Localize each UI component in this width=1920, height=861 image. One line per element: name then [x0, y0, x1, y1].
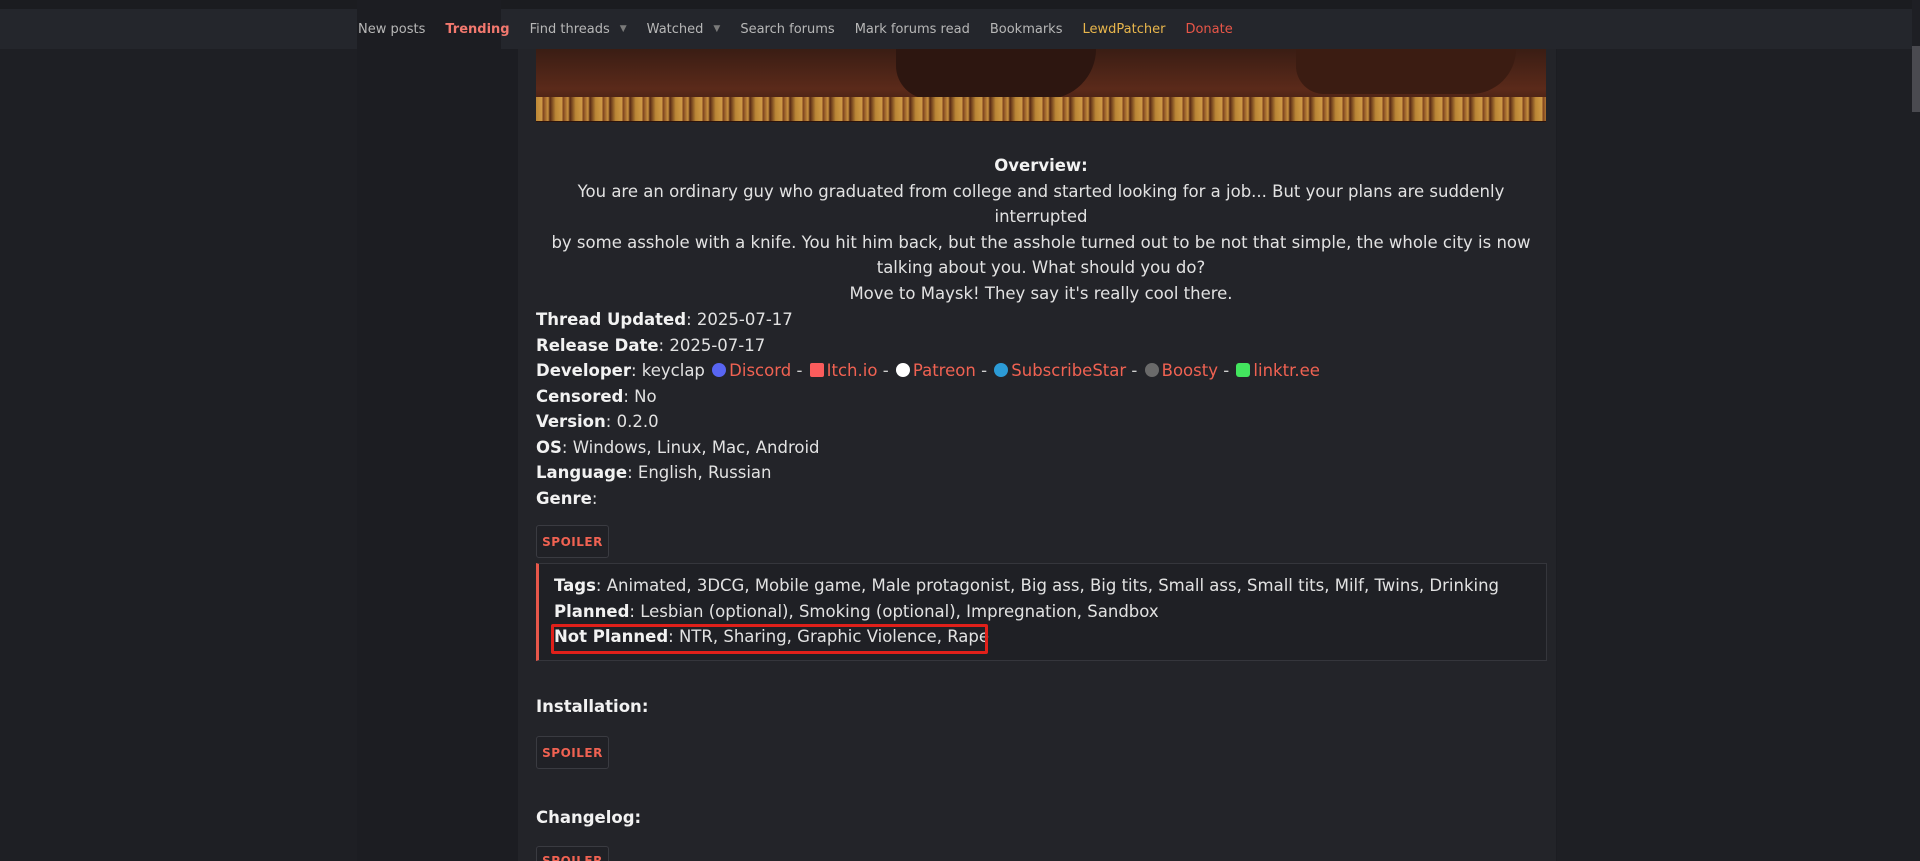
planned-row: Planned: Lesbian (optional), Smoking (op… [554, 601, 1159, 621]
field-version: Version: 0.2.0 [536, 412, 659, 431]
field-label: Version [536, 412, 606, 431]
changelog-label: Changelog [536, 808, 635, 827]
nav-item-find-threads[interactable]: Find threads ▼ [530, 22, 627, 37]
installation-spoiler-button[interactable]: SPOILER [536, 736, 609, 769]
page-scrollbar[interactable] [1912, 0, 1920, 861]
field-value: 2025-07-17 [669, 335, 766, 355]
caret-down-icon[interactable]: ▼ [620, 24, 627, 34]
field-label: Thread Updated [536, 310, 687, 329]
field-value: Lesbian (optional), Smoking (optional), … [640, 601, 1159, 621]
nav-item-trending[interactable]: Trending [445, 22, 509, 37]
field-value: No [634, 386, 657, 406]
separator: - [981, 361, 993, 380]
banner-shape [896, 49, 1096, 99]
nav-item-label: New posts [358, 21, 426, 37]
itchio-link[interactable]: Itch.io [827, 361, 878, 380]
banner-shape [1296, 49, 1516, 94]
field-value: 2025-07-17 [696, 310, 793, 329]
field-censored: Censored: No [536, 386, 657, 406]
field-label: Developer [536, 361, 631, 380]
overview-line: You are an ordinary guy who graduated fr… [577, 181, 1505, 227]
field-genre: Genre: [536, 488, 598, 508]
patreon-link[interactable]: Patreon [913, 361, 976, 380]
field-label: OS [536, 437, 562, 457]
overview-heading: Overview: [994, 156, 1088, 175]
genre-spoiler-button[interactable]: SPOILER [536, 525, 609, 558]
field-value: 0.2.0 [616, 412, 659, 431]
tags-row: Tags: Animated, 3DCG, Mobile game, Male … [554, 576, 1500, 595]
field-language: Language: English, Russian [536, 463, 772, 482]
overview-line: talking about you. What should you do? [876, 258, 1206, 277]
spoiler-label: SPOILER [542, 854, 603, 861]
caret-down-icon[interactable]: ▼ [713, 24, 720, 34]
field-release-date: Release Date: 2025-07-17 [536, 335, 766, 355]
game-banner-image [536, 49, 1546, 122]
boosty-link[interactable]: Boosty [1162, 361, 1218, 380]
user-info-column [357, 49, 501, 861]
field-label: Tags [554, 576, 596, 595]
discord-link[interactable]: Discord [729, 361, 791, 380]
field-value: English, Russian [637, 463, 772, 482]
separator: - [1131, 361, 1143, 380]
nav-item-donate[interactable]: Donate [1185, 22, 1232, 37]
discord-icon [712, 363, 727, 377]
patreon-icon [895, 363, 910, 377]
changelog-spoiler-button[interactable]: SPOILER [536, 846, 609, 861]
nav-item-label: Mark forums read [854, 21, 970, 37]
field-value: Windows, Linux, Mac, Android [572, 437, 820, 457]
nav-item-label: Trending [445, 21, 510, 37]
nav-item-search-forums[interactable]: Search forums [740, 22, 834, 37]
itchio-icon [809, 363, 824, 377]
installation-label: Installation [536, 697, 642, 716]
field-label: Planned [554, 601, 630, 621]
nav-item-watched[interactable]: Watched ▼ [647, 22, 721, 37]
banner-text-strip [536, 97, 1546, 121]
field-os: OS: Windows, Linux, Mac, Android [536, 437, 820, 457]
subscribestar-link[interactable]: SubscribeStar [1011, 361, 1126, 380]
developer-name: keyclap [641, 361, 705, 380]
top-strip [0, 0, 1920, 9]
nav-item-label: LewdPatcher [1082, 21, 1166, 37]
separator: - [882, 361, 894, 380]
linktree-link[interactable]: linktr.ee [1253, 361, 1319, 380]
field-label: Language [536, 463, 628, 482]
nav-item-label: Bookmarks [989, 21, 1063, 37]
nav-item-bookmarks[interactable]: Bookmarks [990, 22, 1063, 37]
field-value: Animated, 3DCG, Mobile game, Male protag… [606, 576, 1500, 595]
changelog-heading: Changelog: [536, 808, 642, 827]
separator: - [796, 361, 808, 380]
nav-item-label: Find threads [529, 21, 610, 37]
scrollbar-thumb[interactable] [1912, 46, 1920, 112]
nav-item-mark-forums-read[interactable]: Mark forums read [855, 22, 970, 37]
nav-item-label: Donate [1185, 21, 1233, 37]
nav-item-label: Watched [646, 21, 704, 37]
boosty-icon [1144, 363, 1159, 377]
installation-heading: Installation: [536, 697, 649, 716]
field-developer: Developer: keyclap Discord - Itch.io - P… [536, 361, 1320, 380]
separator: - [1223, 361, 1235, 380]
nav-item-lewdpatcher[interactable]: LewdPatcher [1082, 22, 1165, 37]
overview-section: Overview: You are an ordinary guy who gr… [536, 153, 1546, 306]
subscribestar-icon [994, 363, 1009, 377]
field-label: Genre [536, 488, 592, 508]
linktree-icon [1236, 363, 1251, 377]
highlight-annotation-box [551, 624, 988, 654]
overview-line: by some asshole with a knife. You hit hi… [551, 232, 1531, 252]
field-label: Release Date [536, 335, 659, 355]
field-thread-updated: Thread Updated: 2025-07-17 [536, 310, 793, 329]
main-nav: New posts Trending Find threads ▼ Watched ▼ Se… [358, 9, 1253, 49]
overview-line: Move to Maysk! They say it's really cool… [849, 283, 1233, 303]
nav-item-new-posts[interactable]: New posts [358, 22, 425, 37]
game-info-fields: Thread Updated: 2025-07-17 Release Date:… [536, 307, 1546, 511]
field-label: Censored [536, 386, 624, 406]
nav-item-label: Search forums [740, 21, 835, 37]
